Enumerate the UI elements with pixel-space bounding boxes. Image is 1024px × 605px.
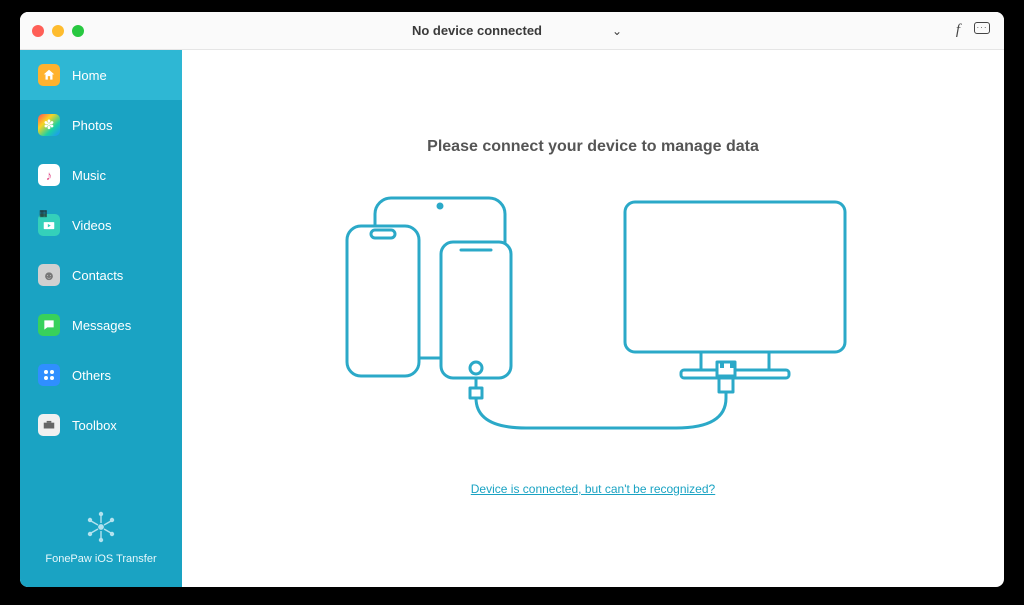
others-icon bbox=[38, 364, 60, 386]
sidebar-item-label: Home bbox=[72, 68, 107, 83]
device-status-label: No device connected bbox=[412, 23, 542, 38]
brand-name: FonePaw iOS Transfer bbox=[45, 553, 156, 565]
traffic-lights bbox=[32, 25, 84, 37]
help-link[interactable]: Device is connected, but can't be recogn… bbox=[471, 482, 715, 496]
toolbox-icon bbox=[38, 414, 60, 436]
sidebar-item-toolbox[interactable]: Toolbox bbox=[20, 400, 182, 450]
zoom-window-button[interactable] bbox=[72, 25, 84, 37]
feedback-icon[interactable]: ··· bbox=[974, 22, 990, 34]
sidebar-item-videos[interactable]: ▦ Videos bbox=[20, 200, 182, 250]
sidebar-item-label: Others bbox=[72, 368, 111, 383]
sidebar-item-photos[interactable]: ✽ Photos bbox=[20, 100, 182, 150]
close-window-button[interactable] bbox=[32, 25, 44, 37]
chevron-down-icon: ⌄ bbox=[612, 24, 622, 38]
sidebar-item-label: Messages bbox=[72, 318, 131, 333]
titlebar: No device connected ⌄ f ··· bbox=[20, 12, 1004, 50]
device-selector[interactable]: No device connected ⌄ bbox=[402, 23, 622, 38]
app-window: No device connected ⌄ f ··· Home ✽ Photo… bbox=[20, 12, 1004, 587]
sidebar-item-contacts[interactable]: ☻ Contacts bbox=[20, 250, 182, 300]
nav: Home ✽ Photos ♪ Music ▦ Videos bbox=[20, 50, 182, 493]
branding: FonePaw iOS Transfer bbox=[20, 493, 182, 587]
sidebar-item-music[interactable]: ♪ Music bbox=[20, 150, 182, 200]
facebook-icon[interactable]: f bbox=[956, 22, 960, 39]
photos-icon: ✽ bbox=[38, 114, 60, 136]
sidebar-item-label: Photos bbox=[72, 118, 112, 133]
sidebar-item-others[interactable]: Others bbox=[20, 350, 182, 400]
videos-icon: ▦ bbox=[38, 214, 60, 236]
sidebar-item-messages[interactable]: Messages bbox=[20, 300, 182, 350]
sidebar-item-label: Videos bbox=[72, 218, 112, 233]
connect-illustration bbox=[333, 192, 853, 442]
titlebar-right-icons: f ··· bbox=[956, 22, 990, 39]
home-icon bbox=[38, 64, 60, 86]
main-content: Please connect your device to manage dat… bbox=[182, 50, 1004, 587]
brand-logo-icon bbox=[85, 511, 117, 543]
contacts-icon: ☻ bbox=[38, 264, 60, 286]
app-body: Home ✽ Photos ♪ Music ▦ Videos bbox=[20, 50, 1004, 587]
music-icon: ♪ bbox=[38, 164, 60, 186]
sidebar-item-label: Music bbox=[72, 168, 106, 183]
sidebar-item-home[interactable]: Home bbox=[20, 50, 182, 100]
messages-icon bbox=[38, 314, 60, 336]
sidebar: Home ✽ Photos ♪ Music ▦ Videos bbox=[20, 50, 182, 587]
main-title: Please connect your device to manage dat… bbox=[427, 138, 759, 156]
sidebar-item-label: Toolbox bbox=[72, 418, 117, 433]
sidebar-item-label: Contacts bbox=[72, 268, 123, 283]
minimize-window-button[interactable] bbox=[52, 25, 64, 37]
